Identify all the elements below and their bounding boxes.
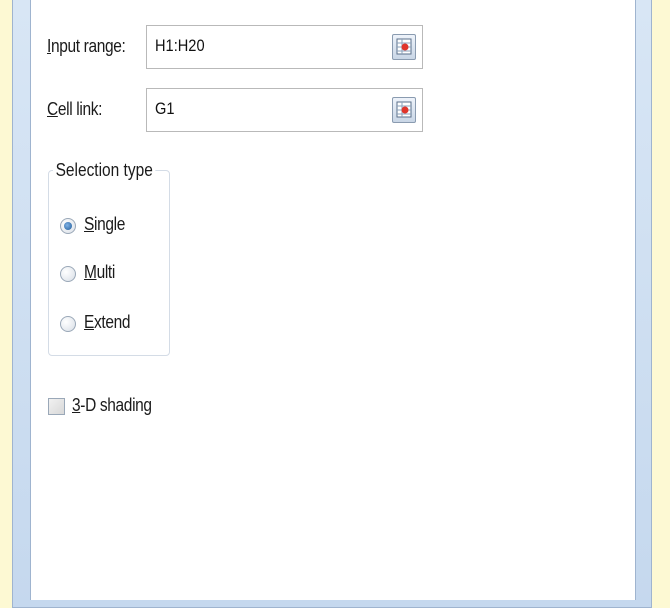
radio-single[interactable] <box>60 218 76 234</box>
cell-link-field[interactable]: G1 <box>146 88 423 132</box>
cell-link-picker-button[interactable] <box>392 97 416 123</box>
cell-link-value: G1 <box>155 99 175 118</box>
input-range-value: H1:H20 <box>155 36 205 55</box>
cell-link-label: Cell link: <box>47 99 102 120</box>
radio-single-label: Single <box>84 214 125 235</box>
cell-link-label-mnemonic: C <box>47 99 58 119</box>
single-rest: ingle <box>93 214 125 234</box>
extend-rest: xtend <box>93 312 131 332</box>
collapse-dialog-icon <box>396 101 412 118</box>
radio-multi[interactable] <box>60 266 76 282</box>
input-range-label-rest: nput range: <box>50 36 126 56</box>
single-mnemonic: S <box>84 214 94 234</box>
3d-mnemonic: 3 <box>72 395 81 415</box>
selection-type-title: Selection type <box>53 160 156 181</box>
radio-multi-label: Multi <box>84 262 115 283</box>
radio-extend-label: Extend <box>84 312 130 333</box>
multi-mnemonic: M <box>84 262 97 282</box>
extend-mnemonic: E <box>84 312 94 332</box>
3d-shading-label: 3-D shading <box>72 395 152 416</box>
multi-rest: ulti <box>96 262 116 282</box>
input-range-label: Input range: <box>47 36 126 57</box>
3d-shading-checkbox[interactable] <box>48 398 65 415</box>
collapse-dialog-icon <box>396 38 412 55</box>
cell-link-label-rest: ell link: <box>57 99 103 119</box>
radio-extend[interactable] <box>60 316 76 332</box>
input-range-field[interactable]: H1:H20 <box>146 25 423 69</box>
3d-rest: -D shading <box>80 395 152 415</box>
input-range-picker-button[interactable] <box>392 34 416 60</box>
